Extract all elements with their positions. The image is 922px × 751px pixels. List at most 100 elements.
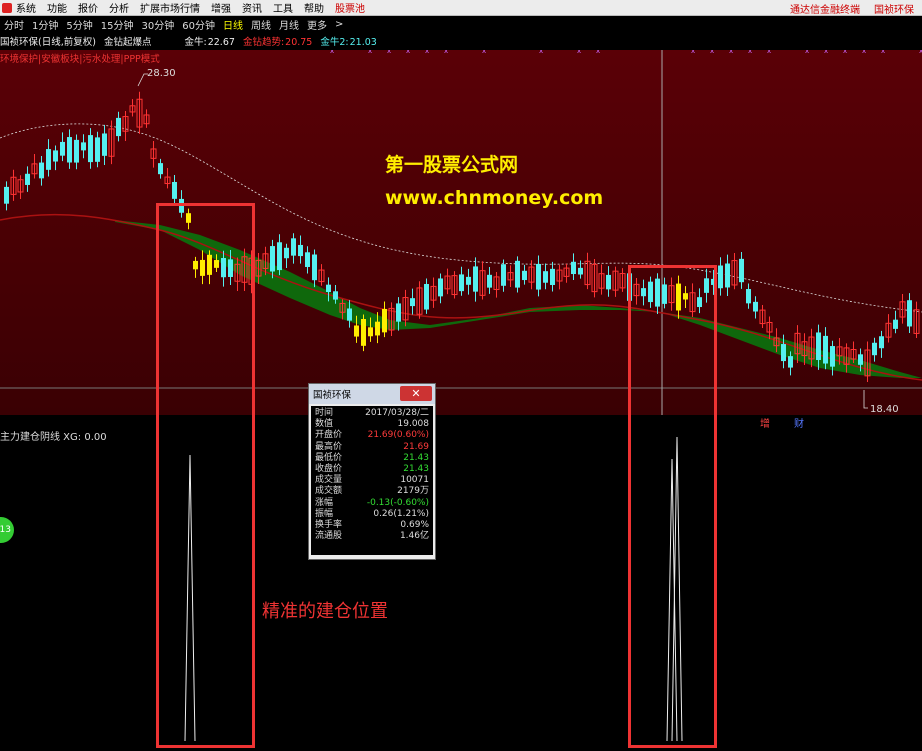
menu-item-8[interactable]: 帮助 <box>304 0 324 15</box>
period-tab-4[interactable]: 30分钟 <box>141 17 174 32</box>
watermark-url: www.chnmoney.com <box>385 187 604 209</box>
candle-body <box>410 298 415 307</box>
menu-right-item-0[interactable]: 通达信金融终端 <box>790 1 860 16</box>
candle-body <box>46 149 51 170</box>
signal-mark: x <box>539 50 543 55</box>
candle-body <box>739 258 744 283</box>
signal-mark: x <box>862 50 866 55</box>
popup-row-label: 最低价 <box>315 452 343 463</box>
period-tab-2[interactable]: 5分钟 <box>66 17 92 32</box>
app-logo-icon <box>2 2 12 13</box>
signal-mark: x <box>710 50 714 55</box>
candle-body <box>326 284 331 292</box>
popup-row: 开盘价 21.69(0.60%) <box>315 430 429 441</box>
popup-row: 流通股 1.46亿 <box>315 531 429 542</box>
popup-row-label: 数值 <box>315 419 334 430</box>
close-button[interactable]: ✕ <box>400 386 432 401</box>
signal-mark: x <box>748 50 752 55</box>
menu-item-9[interactable]: 股票池 <box>335 0 365 15</box>
menu-item-0[interactable]: 系统 <box>16 0 36 15</box>
popup-row-value: 0.69% <box>400 519 429 530</box>
gold2-value: 21.03 <box>349 37 377 48</box>
popup-row-value: 1.46亿 <box>399 531 429 542</box>
indicator-chart[interactable] <box>0 429 922 748</box>
signal-mark: x <box>691 50 695 55</box>
candle-body <box>466 276 471 285</box>
menu-item-1[interactable]: 功能 <box>47 0 67 15</box>
trend-label: 金钻趋势: <box>242 37 285 48</box>
candle-body <box>718 265 723 289</box>
candle-body <box>158 163 163 175</box>
candle-body <box>270 246 275 272</box>
candle-body <box>396 303 401 322</box>
popup-row: 时间 2017/03/28/二 <box>315 408 429 419</box>
candle-body <box>60 141 65 156</box>
annotation-note: 精准的建仓位置 <box>262 601 388 622</box>
popup-row: 数值 19.008 <box>315 419 429 430</box>
candle-body <box>753 301 758 312</box>
candle-body <box>424 283 429 310</box>
period-tab-7[interactable]: 周线 <box>251 17 271 32</box>
candle-body <box>375 321 380 336</box>
candle-body <box>25 173 30 185</box>
popup-row-label: 最高价 <box>315 441 343 452</box>
menu-bar: 系统 功能 报价 分析 扩展市场行情 增强 资讯 工具 帮助 股票池 通达信金融终端 国祯环保 <box>0 0 922 16</box>
candle-body <box>893 319 898 329</box>
kline-svg: xxxxxxxxxxxxxxxxxxxxx <box>0 47 922 415</box>
menu-item-2[interactable]: 报价 <box>78 0 98 15</box>
popup-row: 振幅 0.26(1.21%) <box>315 509 429 520</box>
period-tab-5[interactable]: 60分钟 <box>182 17 215 32</box>
signal-mark: x <box>729 50 733 55</box>
period-tab-3[interactable]: 15分钟 <box>101 17 134 32</box>
candle-body <box>571 261 576 275</box>
menu-item-4[interactable]: 扩展市场行情 <box>140 0 200 15</box>
candle-body <box>95 137 100 162</box>
signal-mark: x <box>596 50 600 55</box>
signal-mark: x <box>444 50 448 55</box>
candle-body <box>578 267 583 275</box>
candle-body <box>88 135 93 163</box>
popup-row-label: 流通股 <box>315 531 343 542</box>
candle-body <box>347 308 352 321</box>
candle-body <box>746 289 751 304</box>
candle-body <box>830 346 835 367</box>
signal-mark: x <box>482 50 486 55</box>
period-tab-0[interactable]: 分时 <box>4 17 24 32</box>
popup-row: 最高价 21.69 <box>315 442 429 453</box>
price-high-label: 28.30 <box>147 68 176 79</box>
popup-row-label: 涨幅 <box>315 497 334 508</box>
gold1-label: 金牛: <box>184 37 207 48</box>
candle-body <box>361 319 366 346</box>
popup-row-label: 开盘价 <box>315 430 343 441</box>
period-tab-8[interactable]: 月线 <box>279 17 299 32</box>
highlight-box-left <box>156 203 255 748</box>
signal-mark: x <box>805 50 809 55</box>
candle-body <box>382 308 387 333</box>
kline-chart[interactable]: xxxxxxxxxxxxxxxxxxxxx <box>0 47 922 415</box>
candle-body <box>305 252 310 267</box>
candle-body <box>501 264 506 286</box>
gold2-label: 金牛2: <box>320 37 349 48</box>
popup-titlebar[interactable]: 国祯环保 ✕ <box>309 384 435 404</box>
menu-item-5[interactable]: 增强 <box>211 0 231 15</box>
menu-item-3[interactable]: 分析 <box>109 0 129 15</box>
popup-row-value: 10071 <box>400 475 429 486</box>
candle-body <box>823 335 828 364</box>
candle-body <box>116 117 121 137</box>
menu-item-7[interactable]: 工具 <box>273 0 293 15</box>
candle-body <box>368 327 373 337</box>
period-tab-9[interactable]: 更多 <box>307 17 327 32</box>
popup-row-value: 21.43 <box>403 463 429 474</box>
candle-body <box>781 344 786 362</box>
candle-body <box>291 238 296 256</box>
period-tab-6[interactable]: 日线 <box>223 17 243 32</box>
highlight-box-right <box>628 265 717 748</box>
price-low-label: 18.40 <box>870 404 899 415</box>
candle-body <box>4 186 9 204</box>
chevron-right-icon[interactable]: > <box>335 19 343 30</box>
menu-right-item-1[interactable]: 国祯环保 <box>874 1 914 16</box>
popup-row-label: 时间 <box>315 408 334 418</box>
menu-item-6[interactable]: 资讯 <box>242 0 262 15</box>
period-tab-1[interactable]: 1分钟 <box>32 17 58 32</box>
candle-body <box>81 142 86 151</box>
